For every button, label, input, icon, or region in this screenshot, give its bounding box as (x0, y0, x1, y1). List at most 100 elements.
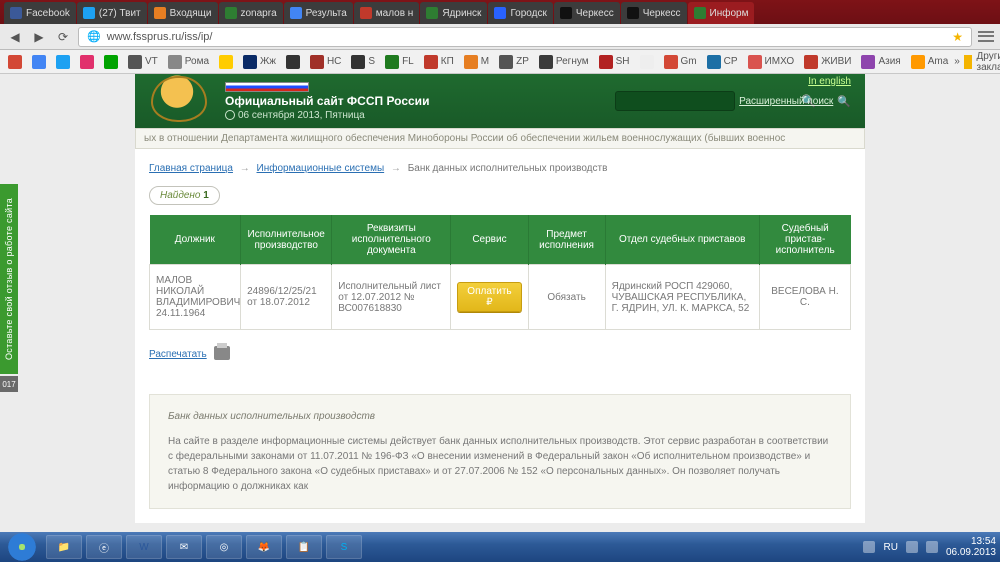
bookmark-item[interactable]: Жж (239, 53, 280, 71)
tray-flag-icon[interactable] (863, 541, 875, 553)
feedback-side-tab[interactable]: Оставьте свой отзыв о работе сайта (0, 184, 18, 374)
advanced-search-link[interactable]: Расширенный поиск (739, 96, 833, 107)
crumb-systems[interactable]: Информационные системы (257, 163, 385, 174)
tb-mail-icon[interactable]: ✉ (166, 535, 202, 559)
site-date: 06 сентября 2013, Пятница (225, 110, 605, 121)
tab-label: (27) Твит (99, 8, 141, 19)
tab-label: Входящи (170, 8, 212, 19)
tb-notes-icon[interactable]: 📋 (286, 535, 322, 559)
bookmark-item[interactable]: Азия (857, 53, 904, 71)
bookmark-item[interactable] (28, 53, 50, 71)
favicon-icon (426, 7, 438, 19)
bookmark-item[interactable] (282, 53, 304, 71)
print-link[interactable]: Распечатать (149, 349, 207, 360)
favicon-icon (494, 7, 506, 19)
tray-vol-icon[interactable] (926, 541, 938, 553)
bookmark-item[interactable] (100, 53, 122, 71)
browser-tab[interactable]: Входящи (148, 2, 218, 24)
cell-service: Оплатить ₽ (451, 265, 528, 330)
tb-chrome-icon[interactable]: ◎ (206, 535, 242, 559)
browser-tab[interactable]: Черкесс (554, 2, 620, 24)
bookmark-label: M (481, 56, 489, 67)
bookmark-label: Регнум (556, 56, 589, 67)
bookmark-icon (707, 55, 721, 69)
printer-icon[interactable] (214, 346, 230, 360)
forward-button[interactable]: ▶ (30, 28, 48, 46)
bookmark-item[interactable] (76, 53, 98, 71)
browser-tabs: Facebook (27) Твит Входящи zonapraРезульта м… (0, 0, 1000, 24)
browser-tab[interactable]: малов н (354, 2, 420, 24)
back-button[interactable]: ◀ (6, 28, 24, 46)
site-header: Официальный сайт ФССП России 06 сентября… (135, 74, 865, 128)
crumb-home[interactable]: Главная страница (149, 163, 233, 174)
found-badge: Найдено 1 (149, 186, 220, 205)
reload-button[interactable]: ⟳ (54, 28, 72, 46)
bookmarks-overflow[interactable]: » Другие закладки (954, 51, 1000, 73)
bookmark-item[interactable]: M (460, 53, 493, 71)
folder-icon (964, 55, 973, 69)
browser-tab[interactable]: Facebook (4, 2, 76, 24)
bookmark-item[interactable] (52, 53, 74, 71)
bookmark-item[interactable] (636, 53, 658, 71)
bookmark-item[interactable]: ИМХО (744, 53, 799, 71)
tab-label: Facebook (26, 8, 70, 19)
cell-officer: ВЕСЕЛОВА Н. С. (759, 265, 850, 330)
tray-lang[interactable]: RU (883, 542, 897, 553)
tb-word-icon[interactable]: W (126, 535, 162, 559)
cell-debtor: МАЛОВ НИКОЛАЙ ВЛАДИМИРОВИЧ 24.11.1964 (150, 265, 241, 330)
bookmark-icon (32, 55, 46, 69)
browser-tab[interactable]: Черкесс (621, 2, 687, 24)
browser-tab[interactable]: Городск (488, 2, 552, 24)
system-tray: RU 13:54 06.09.2013 (863, 536, 996, 558)
bookmark-item[interactable]: SH (595, 53, 634, 71)
tb-firefox-icon[interactable]: 🦊 (246, 535, 282, 559)
browser-tab[interactable]: Результа (284, 2, 353, 24)
bookmark-item[interactable]: HC (306, 53, 345, 71)
bookmark-item[interactable]: СР (703, 53, 742, 71)
browser-tab[interactable]: Информ (688, 2, 755, 24)
tab-label: малов н (376, 8, 414, 19)
url-input[interactable]: 🌐 www.fssprus.ru/iss/ip/ ★ (78, 27, 972, 47)
bookmark-icon (219, 55, 233, 69)
browser-tab[interactable]: Ядринск (420, 2, 487, 24)
bookmark-item[interactable] (215, 53, 237, 71)
start-button[interactable] (4, 533, 40, 561)
bookmark-icon (664, 55, 678, 69)
tab-label: Городск (510, 8, 546, 19)
bookmark-star-icon[interactable]: ★ (952, 30, 963, 44)
tb-explorer-icon[interactable]: 📁 (46, 535, 82, 559)
browser-tab[interactable]: zonapra (219, 2, 283, 24)
tb-ie-icon[interactable]: ⓔ (86, 535, 122, 559)
bookmark-icon (128, 55, 142, 69)
bookmark-icon (56, 55, 70, 69)
bookmark-item[interactable]: Gm (660, 53, 701, 71)
bookmark-person[interactable]: Рома (164, 53, 213, 71)
bookmark-item[interactable]: S (347, 53, 379, 71)
tray-clock[interactable]: 13:54 06.09.2013 (946, 536, 996, 558)
chrome-menu-button[interactable] (978, 30, 994, 44)
bookmark-item[interactable]: VT (124, 53, 162, 71)
bookmark-item[interactable]: Ama (907, 53, 953, 71)
bookmark-item[interactable]: ZP (495, 53, 533, 71)
site-search: 🔍 (615, 91, 735, 111)
info-block: Банк данных исполнительных производств Н… (149, 394, 851, 509)
bookmark-item[interactable]: Регнум (535, 53, 593, 71)
tab-label: Ядринск (442, 8, 481, 19)
bookmark-icon (80, 55, 94, 69)
bookmark-icon (539, 55, 553, 69)
bookmark-item[interactable]: FL (381, 53, 418, 71)
bookmark-label: КП (441, 56, 454, 67)
tb-skype-icon[interactable]: S (326, 535, 362, 559)
bookmark-icon (804, 55, 818, 69)
taskbar-pinned: 📁 ⓔ W ✉ ◎ 🦊 📋 S (46, 535, 362, 559)
tray-net-icon[interactable] (906, 541, 918, 553)
lang-english-link[interactable]: In english (808, 76, 851, 87)
bookmark-icon (286, 55, 300, 69)
favicon-icon (10, 7, 22, 19)
bookmark-item[interactable] (4, 53, 26, 71)
col-subject: Предмет исполнения (528, 215, 605, 265)
bookmark-item[interactable]: ЖИВИ (800, 53, 855, 71)
pay-button[interactable]: Оплатить ₽ (457, 282, 521, 312)
bookmark-item[interactable]: КП (420, 53, 458, 71)
browser-tab[interactable]: (27) Твит (77, 2, 147, 24)
